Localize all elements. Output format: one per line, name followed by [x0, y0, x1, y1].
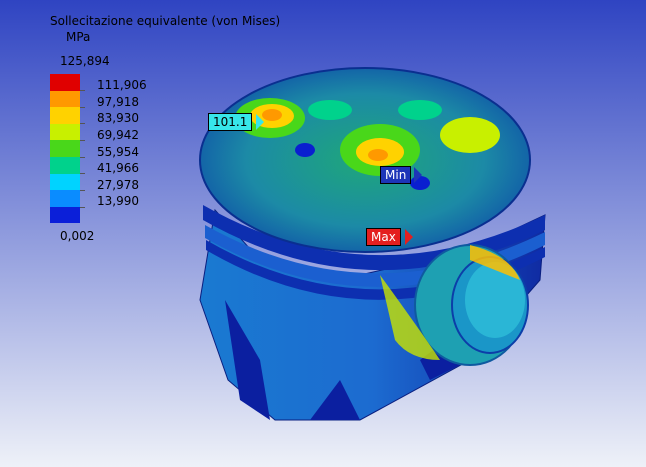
legend-level-label: 111,906 — [97, 78, 147, 92]
legend-tick — [80, 207, 85, 208]
legend-swatch-9 — [50, 206, 80, 224]
legend-swatch-1 — [50, 74, 80, 91]
legend-level-label: 27,978 — [97, 178, 139, 192]
legend-level-label: 83,930 — [97, 111, 139, 125]
legend-swatch-2 — [50, 90, 80, 108]
probe-max-pointer — [405, 229, 413, 245]
legend-max-value: 125,894 — [60, 54, 110, 68]
probe-min-label[interactable]: Min — [380, 166, 412, 184]
legend-tick — [80, 140, 85, 141]
probe-value-label[interactable]: 101.1 — [208, 113, 253, 131]
legend-level-label: 69,942 — [97, 128, 139, 142]
legend-swatch-6 — [50, 157, 80, 174]
legend-swatch-3 — [50, 107, 80, 124]
legend-level-label: 41,966 — [97, 161, 139, 175]
legend-swatch-7 — [50, 173, 80, 191]
probe-min-pointer — [414, 167, 422, 183]
legend-swatch-5 — [50, 140, 80, 157]
legend-swatch-4 — [50, 123, 80, 141]
legend-level-label: 13,990 — [97, 194, 139, 208]
legend-min-value: 0,002 — [60, 229, 95, 243]
legend-tick — [80, 90, 85, 91]
legend-tick — [80, 107, 85, 108]
legend-swatch-8 — [50, 190, 80, 207]
probe-value-pointer — [256, 114, 264, 130]
probe-max-label[interactable]: Max — [366, 228, 401, 246]
legend-tick — [80, 173, 85, 174]
legend-tick — [80, 123, 85, 124]
legend-tick — [80, 157, 85, 158]
viewport-background — [0, 0, 646, 467]
legend-unit: MPa — [66, 30, 91, 44]
3d-viewport[interactable]: Sollecitazione equivalente (von Mises) M… — [0, 0, 646, 467]
legend-level-label: 55,954 — [97, 145, 139, 159]
legend-level-label: 97,918 — [97, 95, 139, 109]
legend-tick — [80, 190, 85, 191]
legend-title: Sollecitazione equivalente (von Mises) — [50, 14, 281, 28]
